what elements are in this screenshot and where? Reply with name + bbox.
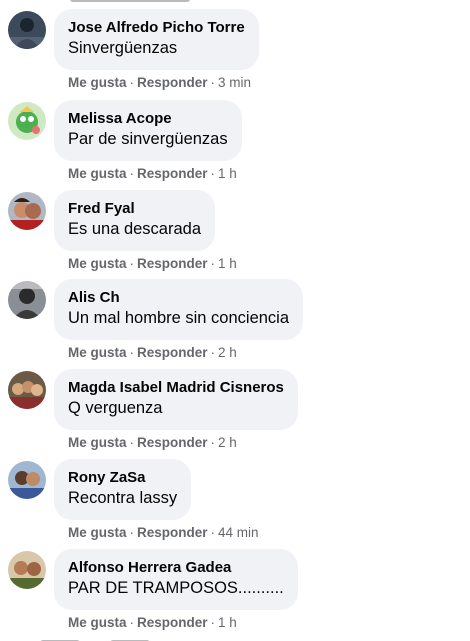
- comment-timestamp[interactable]: 44 min: [218, 525, 259, 540]
- comment-actions: Me gusta · Responder · 1 h: [68, 256, 237, 271]
- comment-bubble: Rony ZaSa Recontra lassy: [54, 459, 192, 520]
- comment-bubble: Melissa Acope Par de sinvergüenzas: [54, 100, 242, 161]
- avatar[interactable]: [8, 11, 46, 49]
- comment-timestamp[interactable]: 1 h: [218, 256, 237, 271]
- comment-author[interactable]: Alis Ch: [68, 288, 289, 307]
- clipped-content-bottom: [40, 634, 240, 641]
- comment: Fred Fyal Es una descarada Me gusta · Resp…: [0, 190, 470, 280]
- comment: Alis Ch Un mal hombre sin conciencia Me …: [0, 279, 470, 369]
- reply-button[interactable]: Responder: [137, 75, 208, 90]
- avatar[interactable]: [8, 371, 46, 409]
- like-button[interactable]: Me gusta: [68, 256, 127, 271]
- comment: Rony ZaSa Recontra lassy Me gusta · Respon…: [0, 459, 470, 549]
- comment-timestamp[interactable]: 1 h: [218, 166, 237, 181]
- comment-feed: Jose Alfredo Picho Torre Sinvergüenzas M…: [0, 0, 470, 641]
- comment-text: Q verguenza: [68, 399, 163, 417]
- like-button[interactable]: Me gusta: [68, 345, 127, 360]
- comment-text: PAR DE TRAMPOSOS..........: [68, 579, 284, 597]
- comment-bubble: Jose Alfredo Picho Torre Sinvergüenzas: [54, 9, 259, 70]
- reply-button[interactable]: Responder: [137, 166, 208, 181]
- avatar[interactable]: [8, 461, 46, 499]
- comment-text: Par de sinvergüenzas: [68, 130, 228, 148]
- avatar[interactable]: [8, 102, 46, 140]
- comment: Jose Alfredo Picho Torre Sinvergüenzas M…: [0, 9, 470, 99]
- comment: Melissa Acope Par de sinvergüenzas Me gu…: [0, 100, 470, 190]
- reply-button[interactable]: Responder: [137, 615, 208, 630]
- reply-button[interactable]: Responder: [137, 435, 208, 450]
- comment: Magda Isabel Madrid Cisneros Q verguenza…: [0, 369, 470, 459]
- reply-button[interactable]: Responder: [137, 525, 208, 540]
- like-button[interactable]: Me gusta: [68, 615, 127, 630]
- comment: Alfonso Herrera Gadea PAR DE TRAMPOSOS..…: [0, 549, 470, 639]
- comment-author[interactable]: Fred Fyal: [68, 199, 201, 218]
- avatar[interactable]: [8, 551, 46, 589]
- reply-button[interactable]: Responder: [137, 345, 208, 360]
- comment-text: Un mal hombre sin conciencia: [68, 309, 290, 327]
- comment-author[interactable]: Melissa Acope: [68, 109, 228, 128]
- comment-author[interactable]: Alfonso Herrera Gadea: [68, 558, 284, 577]
- comment-actions: Me gusta · Responder · 2 h: [68, 345, 237, 360]
- like-button[interactable]: Me gusta: [68, 166, 127, 181]
- comment-bubble: Magda Isabel Madrid Cisneros Q verguenza: [54, 369, 298, 430]
- like-button[interactable]: Me gusta: [68, 525, 127, 540]
- comment-actions: Me gusta · Responder · 44 min: [68, 525, 259, 540]
- like-button[interactable]: Me gusta: [68, 435, 127, 450]
- comment-actions: Me gusta · Responder · 1 h: [68, 615, 237, 630]
- comment-timestamp[interactable]: 1 h: [218, 615, 237, 630]
- comment-author[interactable]: Magda Isabel Madrid Cisneros: [68, 378, 284, 397]
- comment-timestamp[interactable]: 2 h: [218, 345, 237, 360]
- comment-actions: Me gusta · Responder · 2 h: [68, 435, 237, 450]
- like-button[interactable]: Me gusta: [68, 75, 127, 90]
- comment-actions: Me gusta · Responder · 3 min: [68, 75, 252, 90]
- comment-timestamp[interactable]: 3 min: [218, 75, 251, 90]
- comment-bubble: Fred Fyal Es una descarada: [54, 190, 216, 251]
- reply-button[interactable]: Responder: [137, 256, 208, 271]
- comment-text: Recontra lassy: [68, 489, 178, 507]
- clipped-actions-top: [70, 0, 220, 2]
- comment-bubble: Alfonso Herrera Gadea PAR DE TRAMPOSOS..…: [54, 549, 298, 610]
- comment-author[interactable]: Rony ZaSa: [68, 468, 177, 487]
- comment-text: Es una descarada: [68, 220, 202, 238]
- comment-actions: Me gusta · Responder · 1 h: [68, 166, 237, 181]
- avatar[interactable]: [8, 192, 46, 230]
- comment-text: Sinvergüenzas: [68, 39, 178, 57]
- avatar[interactable]: [8, 281, 46, 319]
- comment-bubble: Alis Ch Un mal hombre sin conciencia: [54, 279, 304, 340]
- comment-author[interactable]: Jose Alfredo Picho Torre: [68, 18, 245, 37]
- comment-timestamp[interactable]: 2 h: [218, 435, 237, 450]
